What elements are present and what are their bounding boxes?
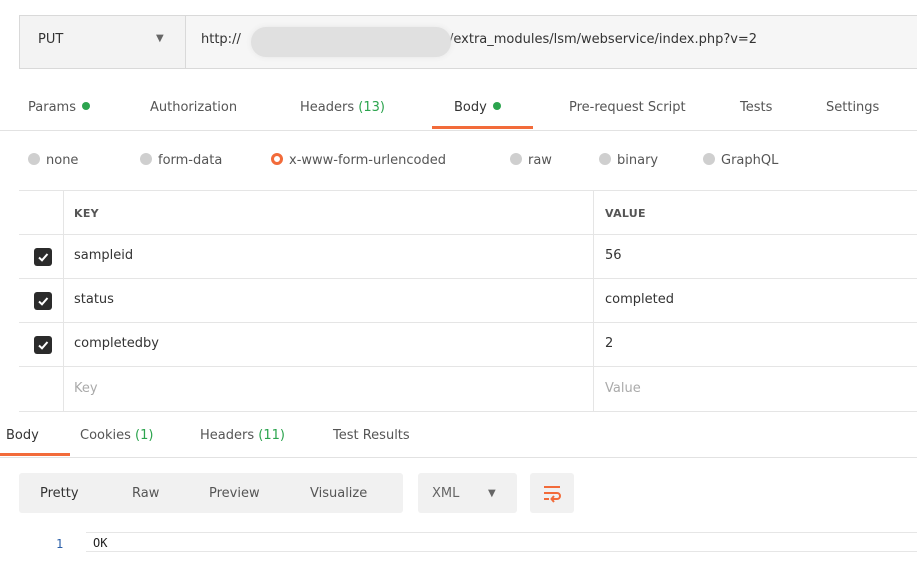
- format-label: XML: [432, 486, 460, 501]
- tab-tests-label: Tests: [740, 100, 773, 115]
- tab-params-label: Params: [28, 100, 76, 115]
- tab-params[interactable]: Params: [28, 100, 90, 115]
- active-tab-indicator: [0, 453, 70, 456]
- row-divider: [19, 322, 917, 323]
- row-divider: [19, 411, 917, 412]
- wrap-lines-button[interactable]: [530, 473, 574, 513]
- response-tab-headers[interactable]: Headers (11): [200, 428, 285, 443]
- wrap-icon: [544, 486, 561, 503]
- tab-authorization[interactable]: Authorization: [150, 100, 237, 115]
- body-type-label: x-www-form-urlencoded: [289, 153, 447, 168]
- url-input[interactable]: http:// /extra_modules/lsm/webservice/in…: [187, 16, 917, 68]
- radio-icon: [599, 153, 611, 165]
- response-tab-headers-count: (11): [258, 428, 285, 443]
- response-tab-body-label: Body: [6, 428, 39, 443]
- method-label: PUT: [38, 32, 64, 47]
- editor-line-border: [86, 551, 917, 552]
- tab-authorization-label: Authorization: [150, 100, 238, 115]
- view-mode-group: Pretty Raw Preview Visualize: [19, 473, 403, 513]
- row-checkbox[interactable]: [34, 248, 52, 266]
- response-tab-test-results-label: Test Results: [333, 428, 410, 443]
- tab-pre-request-script[interactable]: Pre-request Script: [569, 100, 686, 115]
- body-type-label: GraphQL: [721, 153, 779, 168]
- format-select[interactable]: XML ▼: [418, 473, 517, 513]
- response-tab-headers-label: Headers: [200, 428, 255, 443]
- response-body-text[interactable]: OK: [93, 536, 107, 550]
- active-dot-icon: [81, 102, 90, 110]
- response-tab-body[interactable]: Body: [6, 428, 39, 443]
- request-bar: PUT ▼ http:// /extra_modules/lsm/webserv…: [19, 15, 917, 69]
- url-prefix: http://: [201, 32, 241, 47]
- row-checkbox[interactable]: [34, 336, 52, 354]
- radio-icon: [703, 153, 715, 165]
- body-type-form-data[interactable]: form-data: [140, 153, 222, 168]
- body-type-label: raw: [528, 153, 552, 168]
- tab-body-label: Body: [454, 100, 487, 115]
- check-icon: [38, 253, 49, 262]
- tab-headers[interactable]: Headers (13): [300, 100, 385, 115]
- active-dot-icon: [492, 102, 501, 110]
- line-number: 1: [56, 537, 64, 551]
- tab-settings-label: Settings: [826, 100, 880, 115]
- row-divider: [19, 190, 917, 191]
- row-key[interactable]: completedby: [74, 336, 159, 351]
- column-divider: [593, 190, 594, 412]
- column-header-key: KEY: [74, 207, 99, 220]
- row-divider: [19, 278, 917, 279]
- response-tab-cookies[interactable]: Cookies (1): [80, 428, 153, 443]
- row-value[interactable]: 2: [605, 336, 613, 351]
- active-tab-indicator: [432, 126, 533, 129]
- row-key[interactable]: status: [74, 292, 114, 307]
- response-tab-cookies-count: (1): [135, 428, 154, 443]
- tab-body[interactable]: Body: [454, 100, 501, 115]
- radio-icon: [510, 153, 522, 165]
- row-value[interactable]: completed: [605, 292, 674, 307]
- tab-pre-request-script-label: Pre-request Script: [569, 100, 686, 115]
- view-visualize-button[interactable]: Visualize: [310, 486, 367, 501]
- radio-icon: [140, 153, 152, 165]
- view-pretty-button[interactable]: Pretty: [40, 486, 79, 501]
- body-type-label: form-data: [158, 153, 223, 168]
- column-header-value: VALUE: [605, 207, 646, 220]
- body-type-none[interactable]: none: [28, 153, 78, 168]
- radio-icon: [28, 153, 40, 165]
- divider: [0, 130, 917, 131]
- row-checkbox[interactable]: [34, 292, 52, 310]
- body-type-label: none: [46, 153, 79, 168]
- tab-settings[interactable]: Settings: [826, 100, 879, 115]
- row-value[interactable]: 56: [605, 248, 622, 263]
- chevron-down-icon: ▼: [488, 488, 496, 499]
- response-tab-test-results[interactable]: Test Results: [333, 428, 410, 443]
- body-type-binary[interactable]: binary: [599, 153, 658, 168]
- row-divider: [19, 366, 917, 367]
- new-value-input[interactable]: Value: [605, 381, 641, 396]
- tab-tests[interactable]: Tests: [740, 100, 772, 115]
- view-raw-button[interactable]: Raw: [132, 486, 159, 501]
- url-path: /extra_modules/lsm/webservice/index.php?…: [449, 32, 758, 47]
- chevron-down-icon: ▼: [156, 33, 164, 44]
- divider: [0, 457, 917, 458]
- row-key[interactable]: sampleid: [74, 248, 133, 263]
- body-type-graphql[interactable]: GraphQL: [703, 153, 778, 168]
- row-divider: [19, 234, 917, 235]
- column-divider: [63, 190, 64, 412]
- response-tab-cookies-label: Cookies: [80, 428, 131, 443]
- tab-headers-label: Headers: [300, 100, 355, 115]
- method-select[interactable]: PUT ▼: [20, 16, 186, 68]
- redacted-host: [251, 27, 451, 57]
- params-table: KEY VALUE sampleid 56 status completed c…: [19, 190, 917, 412]
- body-type-raw[interactable]: raw: [510, 153, 552, 168]
- view-preview-button[interactable]: Preview: [209, 486, 260, 501]
- new-key-input[interactable]: Key: [74, 381, 98, 396]
- editor-line-border: [86, 532, 917, 533]
- tab-headers-count: (13): [358, 100, 385, 115]
- body-type-urlencoded[interactable]: x-www-form-urlencoded: [271, 153, 446, 168]
- radio-selected-icon: [271, 153, 283, 165]
- body-type-label: binary: [617, 153, 659, 168]
- check-icon: [38, 297, 49, 306]
- check-icon: [38, 341, 49, 350]
